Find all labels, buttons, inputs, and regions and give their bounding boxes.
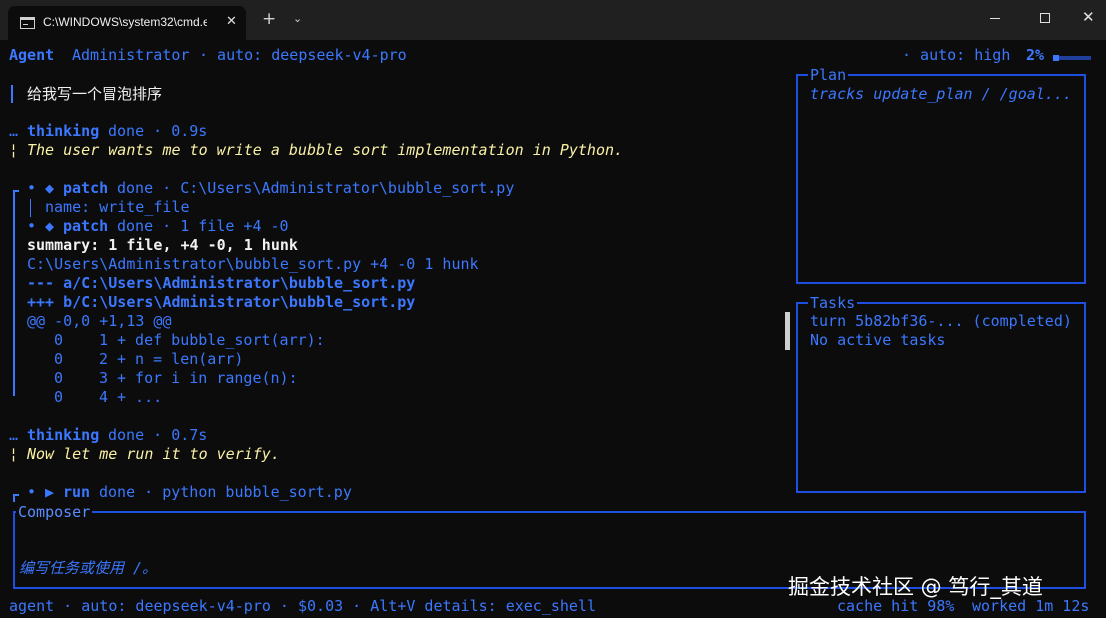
thinking-text: Now let me run it to verify.: [27, 445, 280, 463]
task-item: No active tasks: [810, 331, 946, 349]
composer-title: Composer: [16, 503, 93, 521]
diff-old-lineno: 0: [54, 331, 64, 349]
new-tab-button[interactable]: +: [262, 9, 276, 29]
minimize-button[interactable]: [990, 18, 1000, 19]
diff-b-header: +++ b/C:\Users\Administrator\bubble_sort…: [27, 293, 416, 311]
chevron-down-icon[interactable]: ⌄: [293, 12, 302, 25]
context-progress-bar: [1053, 55, 1091, 61]
tasks-title: Tasks: [808, 294, 858, 312]
plan-panel: [796, 74, 1086, 284]
diff-line-text: + n = len(arr): [117, 350, 244, 368]
diff-line-text: + ...: [117, 388, 163, 406]
context-percent: 2%: [1026, 46, 1045, 64]
diff-line-text: + for i in range(n):: [117, 369, 298, 387]
patch-bullet: • ◆: [27, 179, 55, 197]
user-label: Administrator: [72, 46, 190, 64]
diff-a-header: --- a/C:\Users\Administrator\bubble_sort…: [27, 274, 416, 292]
diff-old-lineno: 0: [54, 350, 64, 368]
tool-group-bracket-top: [13, 190, 19, 192]
close-tab-icon[interactable]: ✕: [226, 14, 237, 29]
effort-label: · auto: high: [902, 46, 1011, 64]
run-bullet: • ▶: [27, 483, 55, 501]
run-label: run: [63, 483, 91, 501]
tool-group-bracket: [13, 190, 15, 396]
task-item[interactable]: turn 5b82bf36-... (completed): [810, 312, 1072, 331]
thinking-prefix: …: [9, 122, 19, 140]
plan-text: tracks update_plan / /goal...: [810, 85, 1072, 103]
diff-new-lineno: 3: [99, 369, 109, 387]
composer-input[interactable]: 编写任务或使用 /。: [19, 559, 157, 578]
diff-line-text: + def bubble_sort(arr):: [117, 331, 325, 349]
thinking-text: The user wants me to write a bubble sort…: [27, 141, 624, 159]
model-label: · auto: deepseek-v4-pro: [199, 46, 407, 64]
thinking-gutter: ¦: [9, 445, 19, 463]
patch-detail-bar: [30, 199, 31, 217]
hunk-header: @@ -0,0 +1,13 @@: [27, 312, 172, 330]
status-left: agent · auto: deepseek-v4-pro · $0.03 · …: [9, 597, 596, 615]
transcript-scrollbar[interactable]: [785, 312, 790, 350]
terminal-tab[interactable]: C:\WINDOWS\system32\cmd.exe ✕: [8, 6, 246, 40]
tab-title: C:\WINDOWS\system32\cmd.exe: [43, 15, 207, 29]
close-window-button[interactable]: ✕: [1082, 8, 1095, 26]
cmd-icon: [20, 17, 35, 29]
patch2-bullet: • ◆: [27, 217, 55, 235]
progress-fill: [1053, 55, 1059, 61]
thinking-label: thinking: [27, 122, 100, 140]
watermark: 掘金技术社区 @ 笃行_其道: [788, 575, 1043, 599]
diff-new-lineno: 4: [99, 388, 109, 406]
run-status: done · python bubble_sort.py: [99, 483, 352, 501]
diff-new-lineno: 2: [99, 350, 109, 368]
patch2-status: done · 1 file +4 -0: [117, 217, 289, 235]
diff-file-line: C:\Users\Administrator\bubble_sort.py +4…: [27, 255, 479, 273]
title-bar: C:\WINDOWS\system32\cmd.exe ✕ + ⌄ ✕: [0, 0, 1106, 40]
run-group-bracket-top: [13, 494, 19, 496]
thinking-prefix: …: [9, 426, 19, 444]
diff-old-lineno: 0: [54, 388, 64, 406]
thinking-label: thinking: [27, 426, 100, 444]
diff-old-lineno: 0: [54, 369, 64, 387]
thinking-gutter: ¦: [9, 141, 19, 159]
user-prompt: 给我写一个冒泡排序: [27, 85, 163, 103]
patch-label: patch: [63, 179, 109, 197]
thinking-status: done · 0.7s: [108, 426, 208, 444]
diff-summary: summary: 1 file, +4 -0, 1 hunk: [27, 236, 298, 254]
plan-title: Plan: [808, 66, 849, 84]
patch2-label: patch: [63, 217, 109, 235]
patch-name: name: write_file: [45, 198, 190, 216]
patch-status: done · C:\Users\Administrator\bubble_sor…: [117, 179, 515, 197]
maximize-button[interactable]: [1040, 13, 1050, 23]
thinking-status: done · 0.9s: [108, 122, 208, 140]
agent-label: Agent: [9, 46, 55, 64]
user-message-bar: [11, 85, 13, 103]
diff-new-lineno: 1: [99, 331, 109, 349]
